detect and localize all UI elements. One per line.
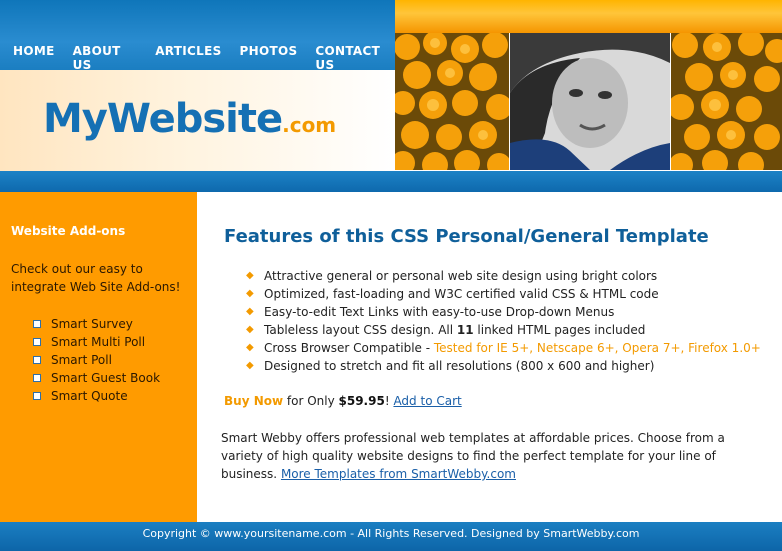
logo-suffix: .com: [282, 113, 337, 137]
top-nav-bar: HOME ABOUT US ARTICLES PHOTOS CONTACT US: [0, 0, 395, 72]
header-orange-strip: [395, 0, 782, 33]
buy-line: Buy Now for Only $59.95! Add to Cart: [224, 394, 462, 408]
flowers-photo-left: [395, 33, 509, 170]
feature-text: linked HTML pages included: [473, 323, 646, 337]
sidebar-item-label: Smart Poll: [51, 353, 112, 367]
feature-text: Tableless layout CSS design. All: [264, 323, 457, 337]
sidebar-addon-list: Smart Survey Smart Multi Poll Smart Poll…: [33, 315, 160, 405]
feature-text: Cross Browser Compatible -: [264, 341, 434, 355]
site-logo[interactable]: MyWebsite.com: [43, 96, 336, 142]
logo-main: MyWebsite: [43, 96, 283, 142]
sidebar-item-smart-quote[interactable]: Smart Quote: [33, 387, 160, 405]
sidebar-item-smart-poll[interactable]: Smart Poll: [33, 351, 160, 369]
sidebar-item-label: Smart Multi Poll: [51, 335, 146, 349]
square-bullet-icon: [33, 320, 41, 328]
sidebar: Website Add-ons Check out our easy to in…: [0, 192, 197, 522]
sidebar-item-smart-multi-poll[interactable]: Smart Multi Poll: [33, 333, 160, 351]
footer: Copyright © www.yoursitename.com - All R…: [0, 522, 782, 551]
page-count: 11: [456, 323, 474, 337]
sidebar-item-label: Smart Survey: [51, 317, 133, 331]
square-bullet-icon: [33, 374, 41, 382]
feature-text: Attractive general or personal web site …: [264, 269, 658, 283]
diamond-bullet-icon: ◆: [246, 306, 254, 317]
diamond-bullet-icon: ◆: [246, 270, 254, 281]
feature-item: ◆ Cross Browser Compatible - Tested for I…: [244, 339, 761, 357]
sidebar-item-label: Smart Quote: [51, 389, 128, 403]
feature-item: ◆ Attractive general or personal web site…: [244, 267, 761, 285]
feature-text: Optimized, fast-loading and W3C certifie…: [264, 287, 659, 301]
browser-tested-note: Tested for IE 5+, Netscape 6+, Opera 7+,…: [433, 341, 761, 355]
logo-area: MyWebsite.com: [0, 70, 395, 171]
buy-text: for Only: [283, 394, 339, 408]
nav-about-us[interactable]: ABOUT US: [73, 44, 138, 72]
page-title: Features of this CSS Personal/General Te…: [224, 226, 709, 247]
nav-home[interactable]: HOME: [13, 44, 55, 72]
square-bullet-icon: [33, 356, 41, 364]
more-templates-link[interactable]: More Templates from SmartWebby.com: [281, 467, 516, 481]
nav-contact-us[interactable]: CONTACT US: [315, 44, 395, 72]
square-bullet-icon: [33, 392, 41, 400]
header-sub-bar: [0, 171, 782, 192]
footer-copyright: Copyright © www.yoursitename.com - All R…: [142, 527, 640, 540]
feature-list: ◆ Attractive general or personal web site…: [244, 267, 761, 375]
diamond-bullet-icon: ◆: [246, 360, 254, 371]
feature-item: ◆ Tableless layout CSS design. All 11 lin…: [244, 321, 761, 339]
sidebar-heading: Website Add-ons: [11, 224, 126, 238]
add-to-cart-link[interactable]: Add to Cart: [393, 394, 461, 408]
nav-articles[interactable]: ARTICLES: [155, 44, 221, 72]
about-paragraph: Smart Webby offers professional web temp…: [221, 429, 751, 483]
portrait-photo: [510, 33, 670, 170]
main-nav: HOME ABOUT US ARTICLES PHOTOS CONTACT US: [13, 44, 395, 72]
diamond-bullet-icon: ◆: [246, 342, 254, 353]
main-content: Features of this CSS Personal/General Te…: [197, 192, 782, 522]
feature-item: ◆ Easy-to-edit Text Links with easy-to-us…: [244, 303, 761, 321]
feature-text: Easy-to-edit Text Links with easy-to-use…: [264, 305, 615, 319]
sidebar-item-label: Smart Guest Book: [51, 371, 161, 385]
diamond-bullet-icon: ◆: [246, 324, 254, 335]
nav-photos[interactable]: PHOTOS: [240, 44, 298, 72]
square-bullet-icon: [33, 338, 41, 346]
flowers-photo-right: [671, 33, 782, 170]
diamond-bullet-icon: ◆: [246, 288, 254, 299]
feature-text: Designed to stretch and fit all resoluti…: [264, 359, 655, 373]
price: $59.95: [338, 394, 385, 408]
feature-item: ◆ Designed to stretch and fit all resolut…: [244, 357, 761, 375]
header: HOME ABOUT US ARTICLES PHOTOS CONTACT US…: [0, 0, 782, 192]
sidebar-item-smart-guest-book[interactable]: Smart Guest Book: [33, 369, 160, 387]
sidebar-intro: Check out our easy to integrate Web Site…: [11, 262, 181, 294]
feature-item: ◆ Optimized, fast-loading and W3C certifi…: [244, 285, 761, 303]
sidebar-item-smart-survey[interactable]: Smart Survey: [33, 315, 160, 333]
buy-now-label: Buy Now: [224, 394, 284, 408]
